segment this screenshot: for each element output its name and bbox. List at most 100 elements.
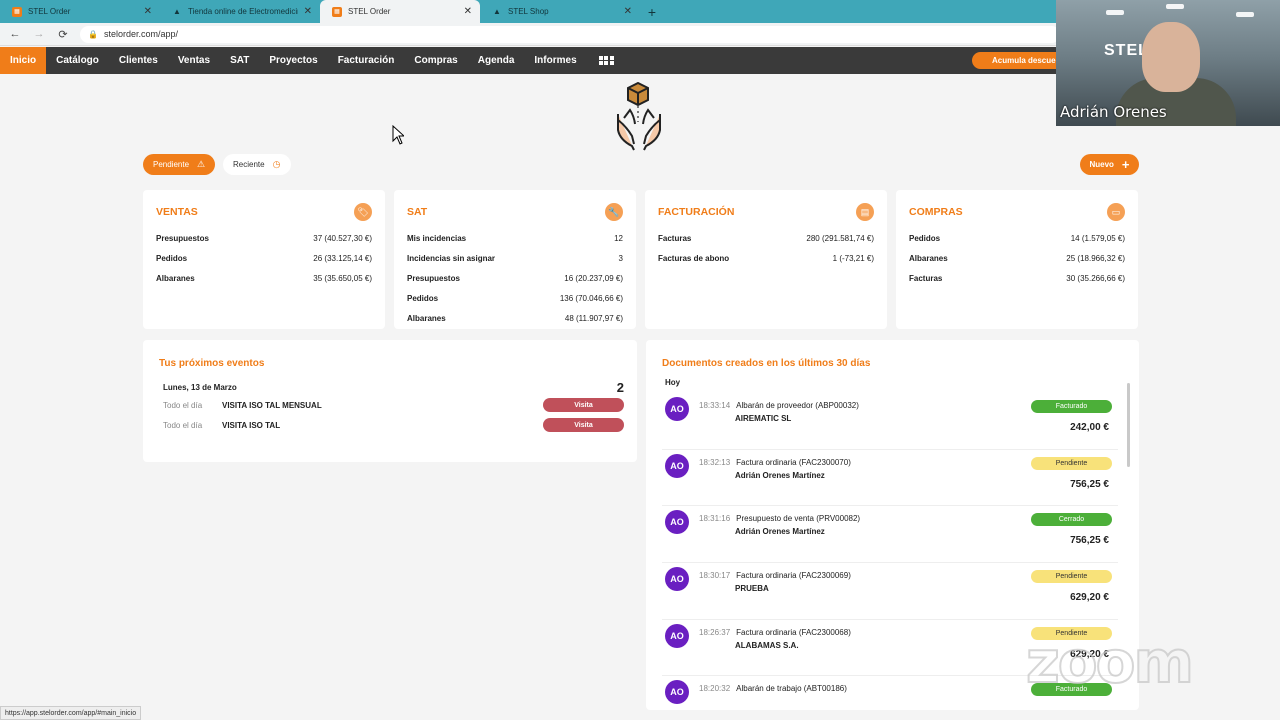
document-info: 18:31:16 Presupuesto de venta (PRV00082) A…: [699, 510, 1028, 562]
status-badge: Pendiente: [1031, 570, 1112, 584]
card-row-label: Facturas: [658, 233, 692, 243]
browser-tab[interactable]: ▲ STEL Shop ✕: [480, 0, 640, 23]
document-line: 18:31:16 Presupuesto de venta (PRV00082): [699, 514, 1028, 523]
browser-tab-title: STEL Order: [28, 7, 71, 16]
document-row[interactable]: AO 18:30:17 Factura ordinaria (FAC2300069)…: [662, 563, 1118, 620]
card-row[interactable]: Pedidos 136 (70.046,66 €): [407, 288, 623, 308]
card-row[interactable]: Facturas 30 (35.266,66 €): [909, 268, 1125, 288]
reload-icon[interactable]: ⟳: [56, 27, 70, 41]
document-line: 18:32:13 Factura ordinaria (FAC2300070): [699, 458, 1028, 467]
events-title: Tus próximos eventos: [159, 358, 265, 369]
nav-item[interactable]: Clientes: [109, 47, 168, 74]
document-name: Presupuesto de venta (PRV00082): [736, 514, 861, 524]
document-client: PRUEBA: [735, 584, 769, 594]
nav-item[interactable]: Catálogo: [46, 47, 109, 74]
close-tab-icon[interactable]: ✕: [304, 6, 312, 17]
avatar: AO: [665, 510, 689, 535]
document-name: Factura ordinaria (FAC2300070): [736, 457, 851, 467]
summary-card: SAT 🔧 Mis incidencias 12 Incidencias sin asi…: [394, 190, 636, 329]
grid-dot: [609, 55, 614, 60]
event-title: VISITA ISO TAL: [222, 420, 281, 430]
nav-item[interactable]: Ventas: [168, 47, 220, 74]
document-row[interactable]: AO 18:33:14 Albarán de proveedor (ABP00032…: [662, 393, 1118, 450]
event-row[interactable]: Todo el día VISITA ISO TAL MENSUAL Visita: [159, 395, 624, 415]
document-time: 18:20:32: [699, 684, 731, 694]
summary-card: COMPRAS ▭ Pedidos 14 (1.579,05 €) Albaranes 2…: [896, 190, 1138, 329]
event-title: VISITA ISO TAL MENSUAL: [222, 400, 322, 410]
card-row[interactable]: Facturas 280 (291.581,74 €): [658, 228, 874, 248]
status-badge: Pendiente: [1031, 456, 1112, 470]
clock-icon: ◷: [272, 159, 281, 169]
new-tab-icon[interactable]: +: [640, 0, 664, 23]
card-row-value: 3: [618, 253, 623, 263]
card-row-label: Pedidos: [909, 233, 941, 243]
document-time: 18:31:16: [699, 514, 731, 524]
card-row-value: 136 (70.046,66 €): [559, 293, 623, 303]
card-row-value: 26 (33.125,14 €): [313, 253, 372, 263]
document-amount: 756,25 €: [1070, 478, 1109, 490]
card-row[interactable]: Pedidos 26 (33.125,14 €): [156, 248, 372, 268]
document-amount: 242,00 €: [1070, 422, 1109, 433]
back-icon[interactable]: ←: [8, 27, 22, 41]
new-button[interactable]: Nuevo +: [1080, 154, 1139, 175]
document-row[interactable]: AO 18:32:13 Factura ordinaria (FAC2300070)…: [662, 450, 1118, 507]
browser-tab[interactable]: ▦ STEL Order ✕: [0, 0, 160, 23]
card-row[interactable]: Incidencias sin asignar 3: [407, 248, 623, 268]
shopping-icon: ▭: [1107, 203, 1125, 221]
document-row[interactable]: AO 18:31:16 Presupuesto de venta (PRV00082…: [662, 506, 1118, 564]
grid-dot: [604, 55, 609, 60]
new-button-label: Nuevo: [1089, 160, 1114, 169]
document-name: Factura ordinaria (FAC2300069): [736, 571, 851, 581]
url-text: stelorder.com/app/: [103, 29, 179, 39]
url-field[interactable]: 🔒 stelorder.com/app/: [80, 25, 1060, 43]
event-when: Todo el día: [163, 400, 203, 410]
event-row[interactable]: Todo el día VISITA ISO TAL Visita: [159, 415, 624, 435]
avatar: AO: [665, 680, 689, 705]
apps-grid-icon[interactable]: [598, 55, 614, 66]
forward-icon[interactable]: →: [32, 27, 46, 41]
browser-tab[interactable]: ▦ STEL Order ✕: [320, 0, 480, 23]
document-name: Albarán de proveedor (ABP00032): [736, 401, 859, 410]
close-tab-icon[interactable]: ✕: [464, 6, 472, 17]
browser-tab[interactable]: ▲ Tienda online de Electromedicina ✕: [160, 0, 320, 23]
card-row[interactable]: Facturas de abono 1 (-73,21 €): [658, 248, 874, 268]
card-row-label: Pedidos: [156, 253, 188, 263]
document-status-area: Cerrado 756,25 €: [1028, 510, 1118, 562]
card-row[interactable]: Albaranes 35 (35.650,05 €): [156, 268, 372, 288]
stel-favicon-icon: ▦: [332, 6, 342, 17]
card-title: VENTAS: [156, 206, 198, 218]
nav-item[interactable]: Informes: [524, 47, 586, 74]
nav-item[interactable]: Proyectos: [259, 47, 327, 74]
card-row[interactable]: Presupuestos 16 (20.237,09 €): [407, 268, 623, 288]
card-row-value: 12: [614, 233, 623, 243]
close-tab-icon[interactable]: ✕: [624, 6, 632, 17]
webcam-person-head: [1142, 22, 1200, 92]
nav-item[interactable]: Agenda: [468, 47, 525, 74]
document-line: 18:33:14 Albarán de proveedor (ABP00032): [699, 401, 1028, 410]
nav-item[interactable]: Facturación: [328, 47, 405, 74]
card-row[interactable]: Pedidos 14 (1.579,05 €): [909, 228, 1125, 248]
card-row[interactable]: Mis incidencias 12: [407, 228, 623, 248]
nav-item[interactable]: SAT: [220, 47, 259, 74]
filter-recent[interactable]: Reciente ◷: [223, 154, 291, 175]
document-line: 18:26:37 Factura ordinaria (FAC2300068): [699, 628, 1028, 637]
documents-scrollbar[interactable]: [1127, 383, 1130, 467]
nav-item[interactable]: Inicio: [0, 47, 47, 74]
grid-dot: [609, 61, 614, 66]
avatar: AO: [665, 397, 689, 421]
document-status-area: Facturado 242,00 €: [1028, 397, 1118, 449]
filter-pending[interactable]: Pendiente ⚠: [143, 154, 215, 175]
browser-tab-title: STEL Shop: [508, 7, 549, 16]
site-favicon-icon: ▲: [173, 7, 181, 16]
card-row[interactable]: Albaranes 25 (18.966,32 €): [909, 248, 1125, 268]
card-row[interactable]: Presupuestos 37 (40.527,30 €): [156, 228, 372, 248]
documents-group-label: Hoy: [665, 378, 681, 387]
nav-item[interactable]: Compras: [404, 47, 467, 74]
webcam-participant-name: Adrián Orenes: [1060, 103, 1167, 121]
stel-favicon-icon: ▦: [12, 6, 22, 17]
card-header: COMPRAS ▭: [909, 202, 1125, 222]
card-row[interactable]: Albaranes 48 (11.907,97 €): [407, 308, 623, 328]
close-tab-icon[interactable]: ✕: [144, 6, 152, 17]
card-header: FACTURACIÓN ▤: [658, 202, 874, 222]
card-title: COMPRAS: [909, 206, 963, 218]
